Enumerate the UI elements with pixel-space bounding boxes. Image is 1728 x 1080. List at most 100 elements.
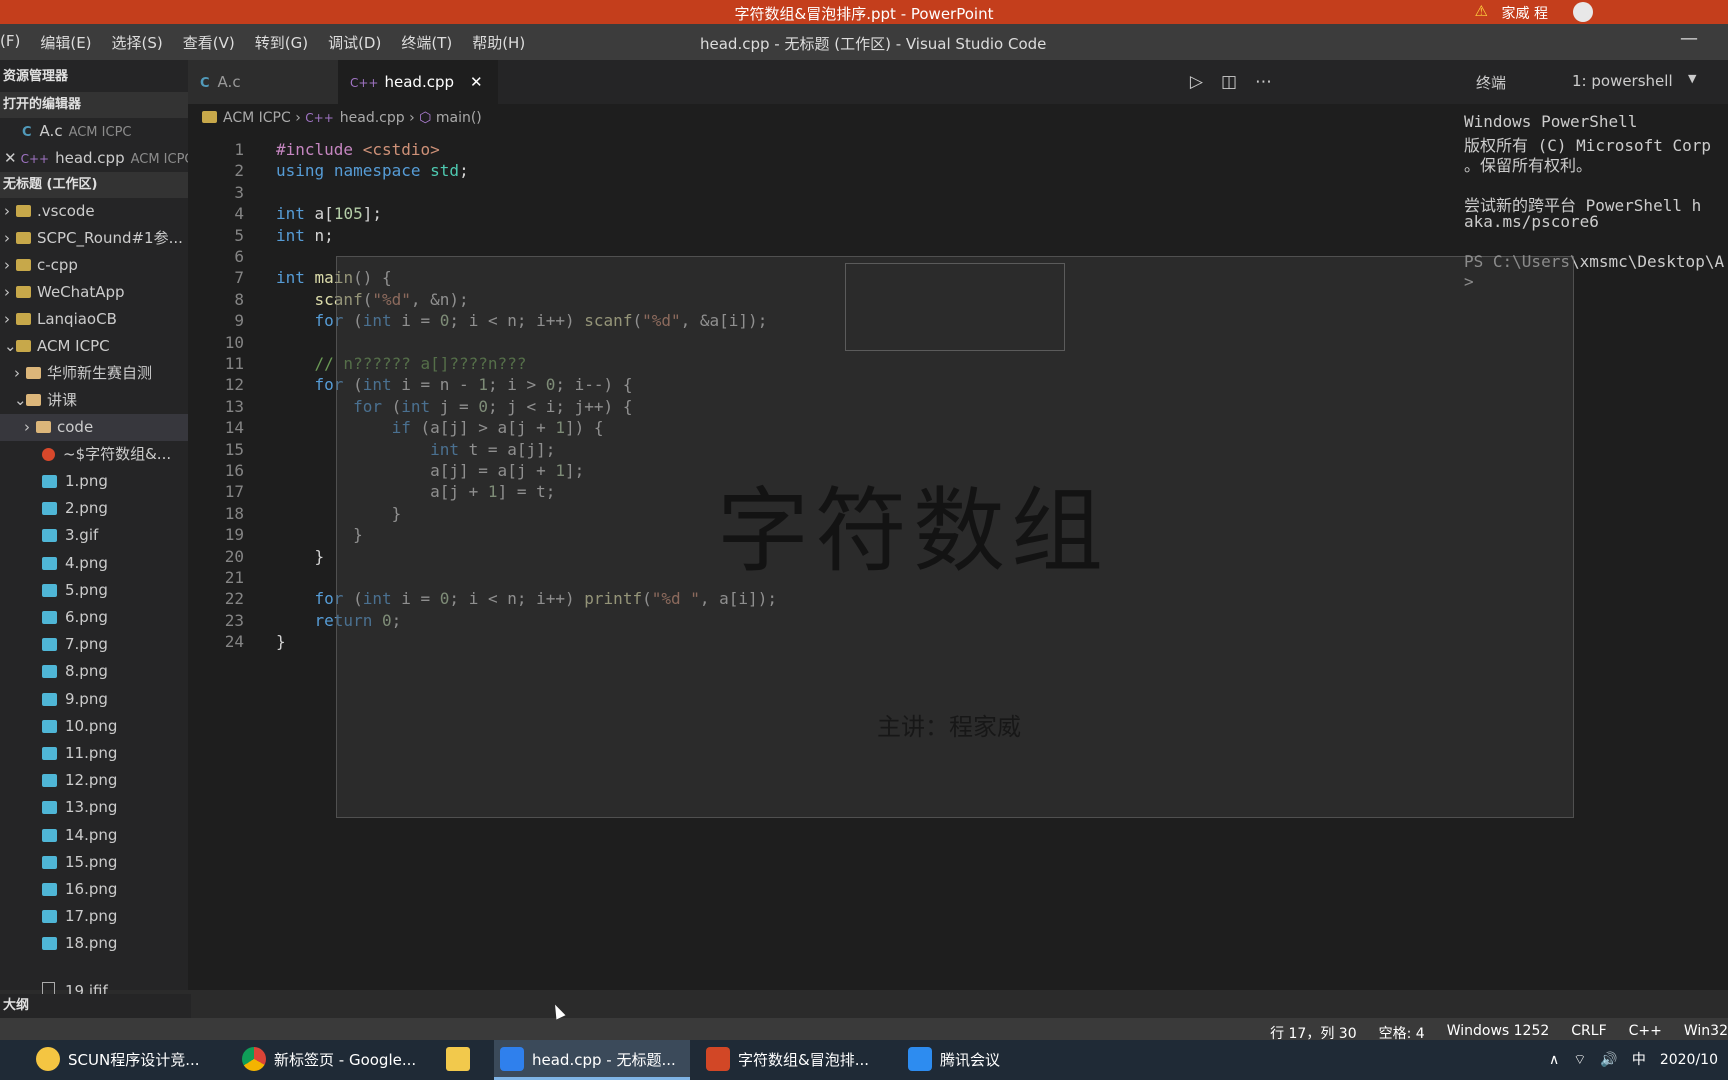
taskbar-item-chrome[interactable]: 新标签页 - Google... — [236, 1040, 426, 1080]
editor-actions: ▷◫⋯ — [1190, 72, 1290, 92]
line-number: 2 — [234, 161, 244, 181]
open-editor-label: head.cpp — [55, 149, 125, 167]
line-number: 22 — [224, 589, 244, 609]
chevron-right-icon: › — [409, 110, 420, 126]
open-editor-head-cpp[interactable]: ✕ C++ head.cpp ACM ICPC — [0, 145, 192, 172]
avatar[interactable] — [1573, 2, 1593, 22]
volume-icon[interactable]: 🔊 — [1600, 1040, 1617, 1080]
folder-code[interactable]: › code — [0, 414, 212, 441]
editor-tabs: C A.c C++ head.cpp ✕ ▷◫⋯ — [188, 60, 1450, 104]
folder-icon — [26, 367, 41, 379]
network-icon[interactable]: ⌔ — [1573, 1040, 1586, 1080]
folder-label: 华师新生赛自测 — [47, 364, 153, 382]
menu-terminal[interactable]: 终端(T) — [401, 32, 452, 53]
line-number: 17 — [224, 482, 244, 502]
code-line[interactable]: } — [276, 547, 325, 566]
line-number: 9 — [234, 311, 244, 331]
folder-label: c-cpp — [37, 256, 78, 274]
menu-help[interactable]: 帮助(H) — [472, 32, 525, 53]
folder-wechatapp[interactable]: › WeChatApp — [0, 279, 192, 306]
workspace-header[interactable]: 无标题 (工作区) — [0, 172, 188, 198]
taskbar-item-powerpoint[interactable]: 字符数组&冒泡排... — [700, 1040, 896, 1080]
powerpoint-title: 字符数组&冒泡排序.ppt - PowerPoint — [734, 5, 994, 23]
terminal-line: 。保留所有权利。 — [1464, 156, 1593, 175]
file-label: 12.png — [65, 771, 118, 790]
slide-placeholder-box — [845, 263, 1065, 351]
folder-icon — [16, 286, 31, 298]
chevron-right-icon: › — [4, 229, 10, 247]
folder-lanqiaocb[interactable]: › LanqiaoCB — [0, 306, 192, 333]
terminal-line: aka.ms/pscore6 — [1464, 212, 1599, 231]
ime-indicator[interactable]: 中 — [1632, 1040, 1646, 1080]
image-file-icon — [42, 665, 57, 679]
chevron-up-icon[interactable]: ∧ — [1549, 1040, 1559, 1080]
breadcrumb-symbol[interactable]: main() — [436, 110, 482, 126]
breadcrumb-file[interactable]: head.cpp — [340, 110, 405, 126]
breadcrumb-folder[interactable]: ACM ICPC — [223, 110, 291, 126]
taskbar-label: 腾讯会议 — [940, 1051, 1001, 1069]
menu-edit[interactable]: 编辑(E) — [40, 32, 91, 53]
powerpoint-icon — [706, 1047, 730, 1071]
taskbar-item-tencent-meeting[interactable]: 腾讯会议 — [902, 1040, 1052, 1080]
folder-lecture[interactable]: ⌄ 讲课 — [0, 387, 202, 414]
tab-label: A.c — [217, 73, 241, 91]
folder-label: SCPC_Round#1参... — [37, 229, 183, 247]
menu-view[interactable]: 查看(V) — [183, 32, 235, 53]
code-line[interactable]: #include <cstdio> — [276, 140, 440, 159]
file-label: 13.png — [65, 798, 118, 817]
image-file-icon — [42, 502, 57, 516]
menu-debug[interactable]: 调试(D) — [328, 32, 381, 53]
file-label: 6.png — [65, 608, 108, 626]
folder-icon — [36, 421, 51, 433]
split-editor-icon[interactable]: ◫ — [1221, 72, 1255, 92]
vscode-title-bar: (F) 编辑(E) 选择(S) 查看(V) 转到(G) 调试(D) 终端(T) … — [0, 24, 1728, 60]
outline-header[interactable]: 大纲 — [0, 994, 191, 1018]
mouse-cursor — [550, 1002, 566, 1020]
folder-icon — [16, 313, 31, 325]
terminal-tab[interactable]: 终端 — [1476, 72, 1506, 93]
chevron-down-icon: ⌄ — [14, 391, 27, 409]
folder-vscode[interactable]: › .vscode — [0, 198, 192, 225]
line-number: 11 — [224, 354, 244, 373]
code-line[interactable]: using namespace std; — [276, 161, 469, 180]
powerpoint-user[interactable]: 家威 程 — [1502, 3, 1548, 23]
folder-label: code — [57, 418, 94, 436]
taskbar: SCUN程序设计竞... 新标签页 - Google... head.cpp -… — [0, 1040, 1728, 1080]
tab-a-c[interactable]: C A.c — [188, 60, 338, 104]
close-icon[interactable]: ✕ — [4, 149, 17, 167]
chevron-down-icon[interactable]: ▼ — [1688, 72, 1696, 85]
folder-huashi[interactable]: › 华师新生赛自测 — [0, 360, 202, 387]
file-label: 18.png — [65, 934, 118, 953]
code-line[interactable]: } — [276, 632, 286, 651]
image-file-icon — [42, 583, 57, 597]
chevron-right-icon: › — [4, 310, 10, 328]
close-icon[interactable]: ✕ — [470, 73, 483, 91]
clock-date[interactable]: 2020/10 — [1660, 1040, 1718, 1080]
folder-icon — [26, 394, 41, 406]
terminal-shell-select[interactable]: 1: powershell — [1572, 72, 1673, 90]
line-number: 13 — [224, 396, 244, 416]
code-line[interactable]: int a[105]; — [276, 204, 382, 223]
run-icon[interactable]: ▷ — [1190, 72, 1221, 92]
taskbar-item-explorer[interactable] — [440, 1040, 484, 1080]
folder-acm-icpc[interactable]: ⌄ ACM ICPC — [0, 333, 192, 360]
folder-c-cpp[interactable]: › c-cpp — [0, 252, 192, 279]
warning-icon[interactable]: ⚠ — [1475, 2, 1488, 20]
menu-go[interactable]: 转到(G) — [255, 32, 308, 53]
chevron-right-icon: › — [4, 256, 10, 274]
open-editors-header[interactable]: 打开的编辑器 — [0, 92, 188, 118]
menu-selection[interactable]: 选择(S) — [112, 32, 163, 53]
taskbar-item-vscode[interactable]: head.cpp - 无标题... — [494, 1040, 690, 1080]
menu-file[interactable]: (F) — [0, 32, 20, 53]
minimize-icon[interactable]: — — [1680, 28, 1698, 49]
folder-scpc-round[interactable]: › SCPC_Round#1参... — [0, 225, 192, 252]
folder-icon — [16, 340, 31, 352]
slide-overlay: 字符数组 主讲：程家威 — [336, 256, 1574, 818]
taskbar-item-scun[interactable]: SCUN程序设计竞... — [30, 1040, 230, 1080]
code-line[interactable]: int n; — [276, 226, 334, 245]
cpp-file-icon: C++ — [350, 76, 379, 90]
more-actions-icon[interactable]: ⋯ — [1255, 72, 1290, 92]
line-number: 12 — [224, 375, 244, 395]
tab-head-cpp[interactable]: C++ head.cpp ✕ — [338, 60, 498, 104]
open-editor-a-c[interactable]: C A.c ACM ICPC — [0, 118, 210, 145]
